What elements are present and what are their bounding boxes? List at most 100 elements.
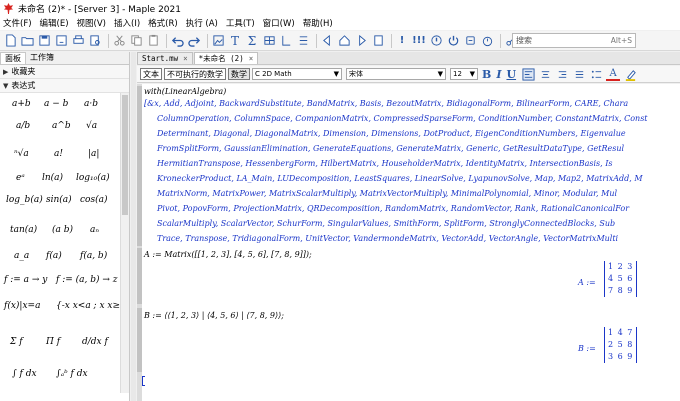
palette-item[interactable]: ∫ₐᵇ f dx (56, 369, 88, 379)
tab-workbook[interactable]: 工作簿 (26, 52, 58, 64)
menu-help[interactable]: 帮助(H) (303, 17, 333, 29)
timer-icon[interactable] (480, 34, 494, 48)
tab-palettes[interactable]: 面板 (0, 52, 26, 64)
restart-icon[interactable] (446, 34, 460, 48)
cut-icon[interactable] (112, 34, 126, 48)
palette-item[interactable]: tan(a) (10, 225, 37, 235)
justify-icon[interactable] (572, 67, 586, 81)
save-icon[interactable] (37, 34, 51, 48)
highlight-icon[interactable] (623, 67, 637, 81)
align-right-icon[interactable] (555, 67, 569, 81)
palette-item[interactable]: eᵃ (16, 173, 25, 183)
search-input[interactable]: 搜索 Alt+S (512, 33, 636, 48)
insert-image-icon[interactable] (211, 34, 225, 48)
menu-edit[interactable]: 编辑(E) (40, 17, 69, 29)
math-mode-button[interactable]: 数学 (228, 68, 250, 80)
menu-format[interactable]: 格式(R) (148, 17, 178, 29)
palette-item[interactable]: a^b (52, 121, 71, 131)
home-icon[interactable] (337, 34, 351, 48)
menu-evaluate[interactable]: 执行 (A) (186, 17, 218, 29)
panel-splitter[interactable] (131, 52, 136, 401)
palette-item[interactable]: aₙ (90, 225, 99, 235)
palette-item[interactable]: f(a) (46, 251, 62, 261)
align-left-icon[interactable] (521, 67, 535, 81)
style-select[interactable]: C 2D Math ▼ (252, 68, 342, 80)
palette-item[interactable]: a·b (84, 99, 98, 109)
print-icon[interactable] (71, 34, 85, 48)
back-icon[interactable] (320, 34, 334, 48)
worksheet[interactable]: with(LinearAlgebra) [&x, Add, Adjoint, B… (137, 84, 680, 401)
undo-icon[interactable] (170, 34, 184, 48)
expression-section[interactable]: ▼ 表达式 (0, 79, 129, 93)
math-mode-icon[interactable]: Σ (245, 34, 259, 48)
text-mode-button[interactable]: 文本 (140, 68, 162, 80)
palette-item[interactable]: f := (a, b) → z (56, 275, 118, 285)
bold-button[interactable]: B (482, 68, 491, 81)
tab-start[interactable]: Start.mw × (137, 52, 193, 64)
execute-all-icon[interactable]: !!! (412, 34, 426, 48)
copy-icon[interactable] (129, 34, 143, 48)
palette-item[interactable]: {-x x<a ; x x≥a (56, 301, 125, 311)
italic-button[interactable]: I (496, 68, 501, 81)
save-as-icon[interactable] (54, 34, 68, 48)
text-color-icon[interactable]: A (606, 67, 621, 81)
palette-item[interactable]: a! (54, 149, 63, 159)
palette-item[interactable]: a/b (16, 121, 30, 131)
palette-item[interactable]: sin(a) (46, 195, 72, 205)
palette-item[interactable]: ⁿ√a (14, 149, 29, 159)
execution-group-marker (137, 86, 142, 246)
menu-window[interactable]: 窗口(W) (263, 17, 295, 29)
palette-item[interactable]: f(x)|x=a (4, 301, 40, 311)
insert-table-icon[interactable] (262, 34, 276, 48)
font-size-select[interactable]: 12 ▼ (450, 68, 478, 80)
bookmark-icon[interactable] (371, 34, 385, 48)
favorites-section[interactable]: ▶ 收藏夹 (0, 65, 129, 79)
bullet-list-icon[interactable] (589, 67, 603, 81)
text-mode-icon[interactable]: T (228, 34, 242, 48)
nonexecutable-math-button[interactable]: 不可执行的数学 (164, 68, 226, 80)
menu-file[interactable]: 文件(F) (3, 17, 32, 29)
palette-item[interactable]: a+b (12, 99, 31, 109)
paste-icon[interactable] (146, 34, 160, 48)
close-icon[interactable]: × (183, 54, 188, 63)
palette-item[interactable]: ∫ f dx (12, 369, 37, 379)
palette-item[interactable]: f(a, b) (80, 251, 107, 261)
font-select[interactable]: 宋体 ▼ (346, 68, 446, 80)
tab-untitled[interactable]: *未命名 (2) × (193, 52, 259, 64)
menu-view[interactable]: 视图(V) (77, 17, 106, 29)
input-matrix-a[interactable]: A := Matrix([[1, 2, 3], [4, 5, 6], [7, 8… (144, 250, 312, 259)
palette-item[interactable]: cos(a) (80, 195, 107, 205)
print-preview-icon[interactable] (88, 34, 102, 48)
section-icon[interactable] (296, 34, 310, 48)
forward-icon[interactable] (354, 34, 368, 48)
input-with-linalg[interactable]: with(LinearAlgebra) (144, 87, 226, 96)
input-cursor-prompt[interactable] (142, 376, 145, 386)
palette-item[interactable]: d/dx f (82, 337, 108, 347)
stop-icon[interactable] (429, 34, 443, 48)
palette-item[interactable]: a − b (44, 99, 68, 109)
underline-button[interactable]: U (506, 68, 516, 81)
open-folder-icon[interactable] (20, 34, 34, 48)
redo-icon[interactable] (187, 34, 201, 48)
menu-insert[interactable]: 插入(I) (114, 17, 140, 29)
align-center-icon[interactable] (538, 67, 552, 81)
palette-item[interactable]: f := a → y (4, 275, 47, 285)
palette-item[interactable]: log_b(a) (6, 195, 43, 205)
new-document-icon[interactable] (3, 34, 17, 48)
scrollbar-thumb[interactable] (122, 95, 128, 215)
close-icon[interactable]: × (249, 54, 254, 63)
execution-group-icon[interactable] (279, 34, 293, 48)
menu-tools[interactable]: 工具(T) (226, 17, 255, 29)
palette-item[interactable]: (a b) (52, 225, 73, 235)
palette-item[interactable]: Σ f (10, 337, 23, 347)
execute-icon[interactable]: ! (395, 34, 409, 48)
palette-item[interactable]: √a (86, 121, 97, 131)
debug-icon[interactable] (463, 34, 477, 48)
palette-item[interactable]: log₁₀(a) (76, 173, 110, 183)
palette-item[interactable]: ln(a) (42, 173, 63, 183)
palette-scrollbar[interactable] (120, 93, 129, 393)
palette-item[interactable]: |a| (88, 149, 99, 159)
palette-item[interactable]: a_a (14, 251, 29, 261)
input-matrix-b[interactable]: B := ⟨⟨1, 2, 3⟩ | ⟨4, 5, 6⟩ | ⟨7, 8, 9⟩⟩… (144, 311, 284, 320)
palette-item[interactable]: Π f (46, 337, 60, 347)
